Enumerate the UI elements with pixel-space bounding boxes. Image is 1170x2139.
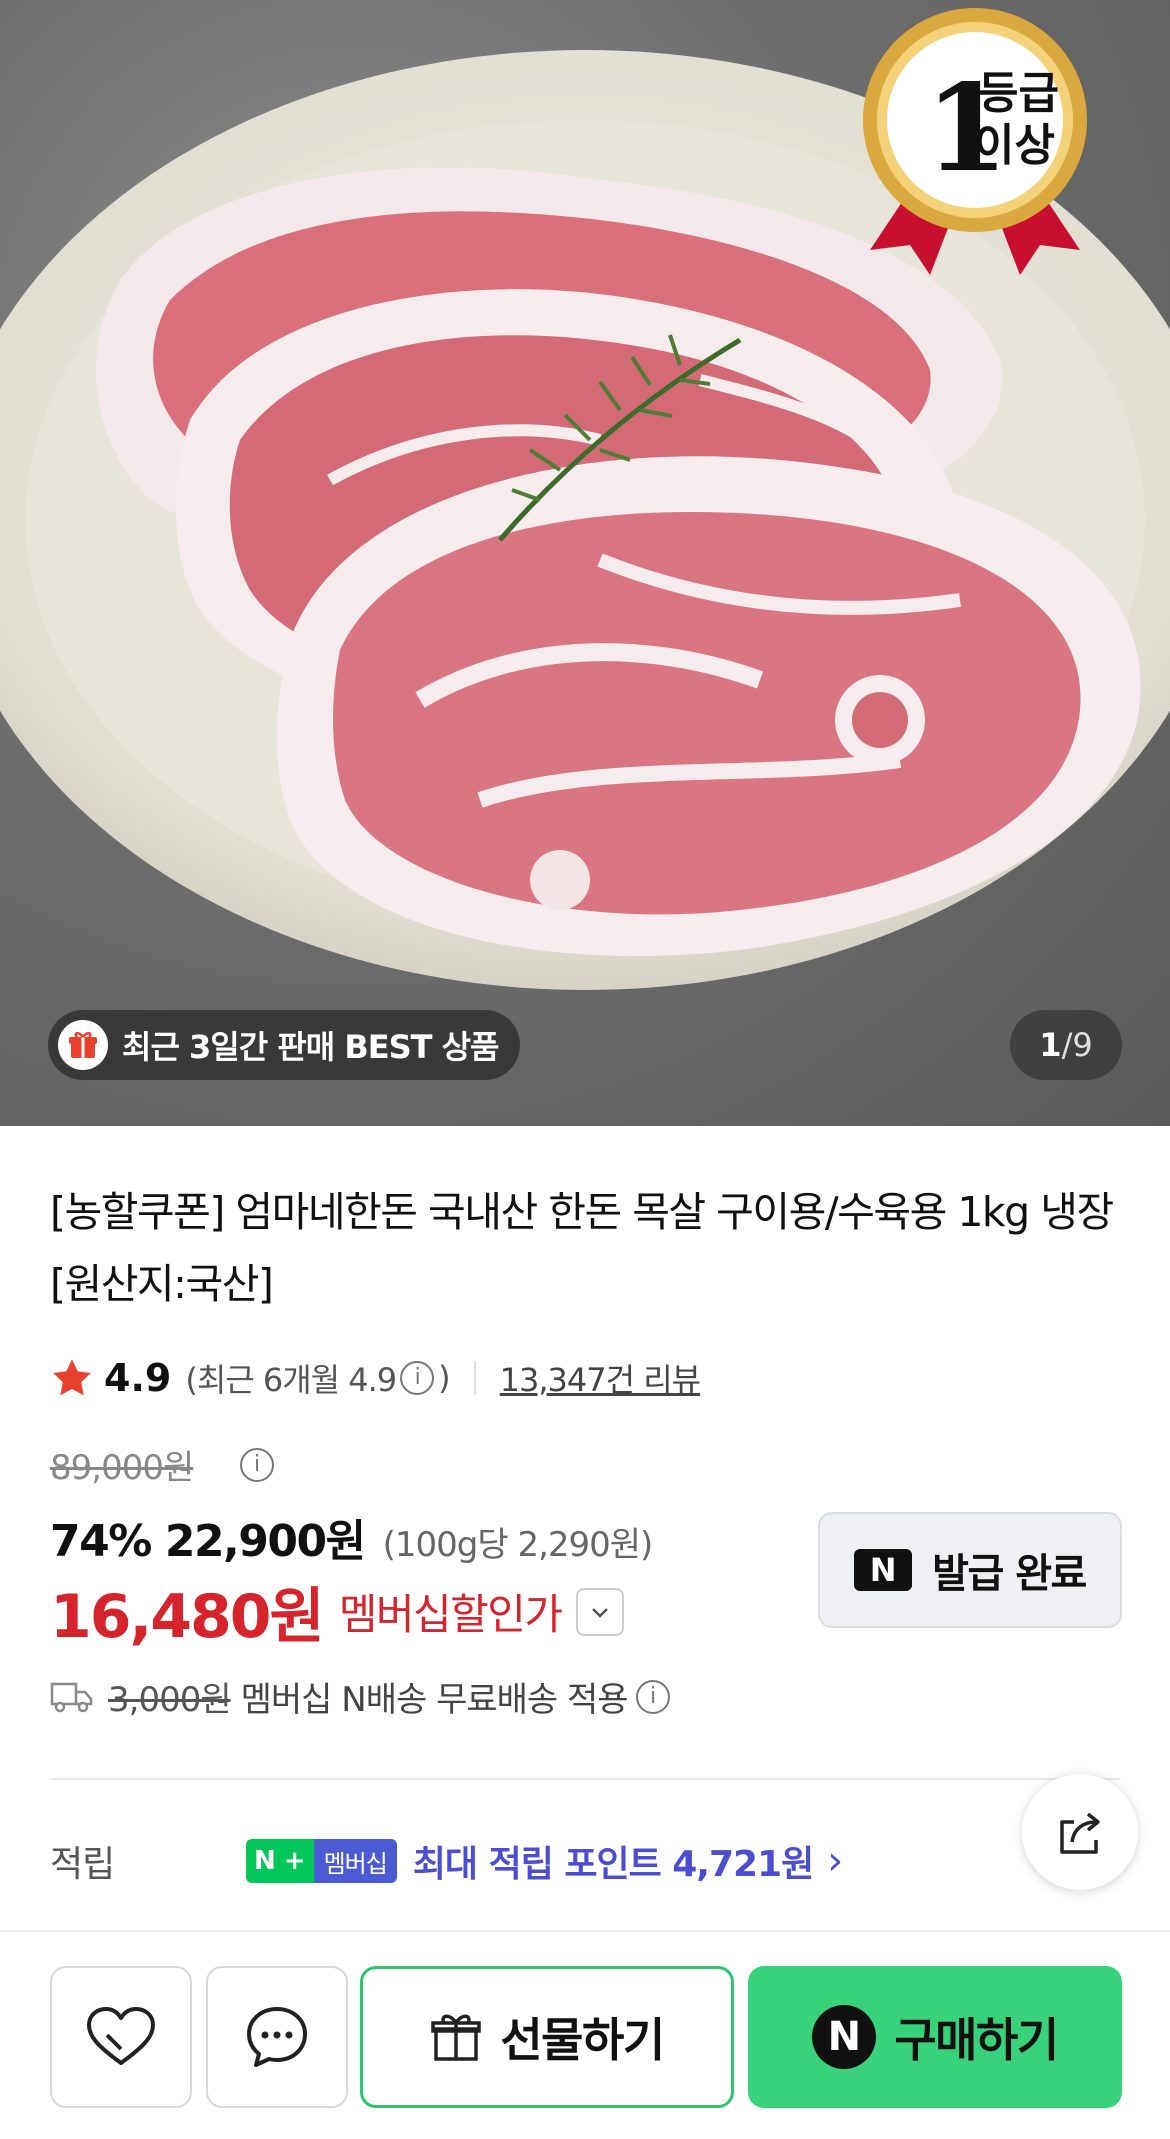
gift-box-icon xyxy=(431,2014,482,2061)
buy-button[interactable]: N 구매하기 xyxy=(748,1966,1122,2108)
product-title: [농할쿠폰] 엄마네한돈 국내산 한돈 목살 구이용/수육용 1kg 냉장 [원… xyxy=(50,1188,1114,1308)
best-seller-label: 최근 3일간 판매 BEST 상품 xyxy=(122,1028,499,1066)
discount-rate: 74% xyxy=(50,1516,152,1567)
rating-row: 4.9 (최근 6개월 4.9 i ) 13,347건 리뷰 xyxy=(50,1350,701,1406)
recent-rating: (최근 6개월 4.9 i ) xyxy=(185,1355,451,1401)
chevron-down-icon xyxy=(591,1607,608,1618)
member-price: 16,480원 xyxy=(50,1582,325,1652)
sale-price: 22,900원 xyxy=(164,1516,366,1567)
unit-price: (100g당 2,290원) xyxy=(382,1525,654,1565)
badge-plus: + xyxy=(283,1839,314,1883)
expand-price-button[interactable] xyxy=(575,1587,624,1636)
naver-pay-icon: N xyxy=(812,2005,877,2069)
recent-rating-prefix: (최근 6개월 4.9 xyxy=(185,1361,397,1399)
best-seller-badge: 최근 3일간 판매 BEST 상품 xyxy=(48,1010,521,1080)
review-count-link[interactable]: 13,347건 리뷰 xyxy=(500,1355,701,1401)
share-button[interactable] xyxy=(1022,1774,1138,1890)
info-icon[interactable]: i xyxy=(400,1361,435,1395)
chat-bubble-icon xyxy=(247,2007,307,2067)
share-icon xyxy=(1060,1812,1100,1854)
image-counter-current: 1 xyxy=(1039,1026,1062,1064)
divider xyxy=(50,1778,1120,1780)
gift-button[interactable]: 선물하기 xyxy=(360,1966,734,2108)
gift-icon xyxy=(58,1020,108,1070)
sale-price-row: 74% 22,900원 (100g당 2,290원) xyxy=(50,1505,654,1569)
original-shipping-fee: 3,000원 xyxy=(108,1680,232,1720)
points-label: 적립 xyxy=(50,1844,115,1885)
image-counter: 1/9 xyxy=(1010,1010,1122,1080)
price-info-icon[interactable]: i xyxy=(240,1448,274,1482)
delivery-truck-icon xyxy=(50,1682,93,1712)
buy-button-label: 구매하기 xyxy=(894,2013,1059,2067)
recent-rating-suffix: ) xyxy=(438,1359,451,1397)
bottom-action-bar: 선물하기 N 구매하기 xyxy=(0,1930,1170,2139)
gift-button-label: 선물하기 xyxy=(500,2013,665,2067)
wishlist-button[interactable] xyxy=(50,1966,192,2108)
badge-n: N xyxy=(246,1839,284,1883)
grade-medal-badge: 1 등급 이상 xyxy=(863,8,1087,275)
member-price-row: 16,480원 멤버십할인가 xyxy=(50,1568,624,1655)
coupon-label: 발급 완료 xyxy=(932,1551,1087,1597)
original-price: 89,000원 xyxy=(50,1448,194,1488)
naver-logo-icon: N xyxy=(854,1549,913,1591)
svg-text:이상: 이상 xyxy=(974,120,1055,171)
member-price-label: 멤버십할인가 xyxy=(338,1590,563,1639)
naver-plus-membership-badge: N + 멤버십 xyxy=(246,1839,397,1883)
svg-text:등급: 등급 xyxy=(978,68,1059,119)
max-points-text: 최대 적립 포인트 4,721원 xyxy=(412,1844,814,1885)
shipping-text: 멤버십 N배송 무료배송 적용 xyxy=(240,1680,629,1720)
chat-inquiry-button[interactable] xyxy=(206,1966,348,2108)
product-image-gallery[interactable]: 1 등급 이상 최근 3일간 판매 BEST 상품 1/9 xyxy=(0,0,1170,1126)
image-counter-total: /9 xyxy=(1061,1026,1093,1064)
shipping-info-icon[interactable]: i xyxy=(635,1679,670,1714)
separator xyxy=(473,1361,476,1395)
star-icon xyxy=(53,1359,91,1396)
shipping-row: 3,000원 멤버십 N배송 무료배송 적용 i xyxy=(50,1672,674,1721)
chevron-right-icon: › xyxy=(827,1838,844,1884)
rating-value: 4.9 xyxy=(104,1356,172,1400)
badge-membership: 멤버십 xyxy=(313,1839,397,1883)
points-row[interactable]: 적립 N + 멤버십 최대 적립 포인트 4,721원 › xyxy=(50,1826,1050,1896)
coupon-issued-button[interactable]: N 발급 완료 xyxy=(818,1512,1122,1628)
heart-icon xyxy=(87,2007,155,2065)
